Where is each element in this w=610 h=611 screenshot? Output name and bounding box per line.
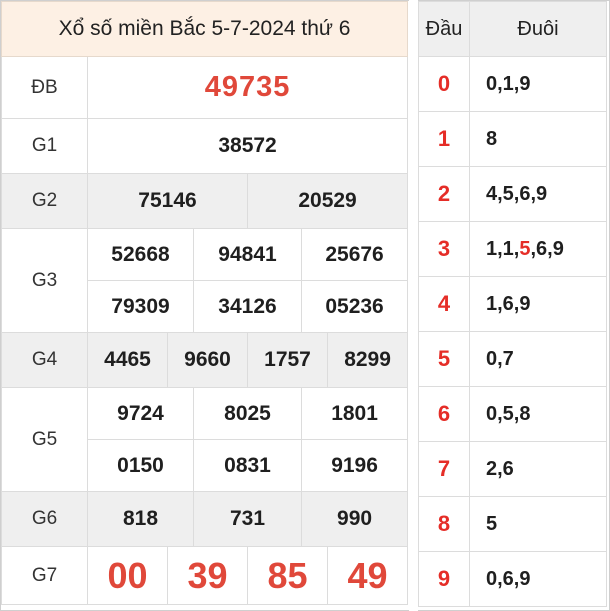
g7-number-2: 39	[167, 546, 248, 605]
prize-label-g3: G3	[1, 228, 88, 333]
g5-number-5: 0831	[193, 439, 302, 492]
head-digit: 4	[418, 276, 470, 332]
head-column-header: Đầu	[418, 1, 470, 57]
g5-number-6: 9196	[300, 439, 409, 492]
g3-number-6: 05236	[300, 280, 409, 333]
g4-number-2: 9660	[167, 332, 248, 388]
g7-number-3: 85	[247, 546, 328, 605]
head-digit: 0	[418, 56, 470, 112]
prize-label-g5: G5	[1, 387, 88, 492]
g6-number-2: 731	[193, 491, 302, 547]
head-digit: 9	[418, 551, 470, 607]
g5-number-3: 1801	[300, 387, 409, 440]
tail-digits: 1,6,9	[469, 276, 607, 332]
tail-digits-before: 1,1,	[486, 237, 520, 260]
tail-digit-highlight: 5	[519, 237, 531, 260]
tail-digits: 0,5,8	[469, 386, 607, 442]
g3-number-4: 79309	[87, 280, 194, 333]
head-digit: 3	[418, 221, 470, 277]
g5-number-4: 0150	[87, 439, 194, 492]
g3-number-2: 94841	[193, 228, 302, 281]
head-digit: 6	[418, 386, 470, 442]
tail-digits: 8	[469, 111, 607, 167]
prize-label-g1: G1	[1, 118, 88, 174]
tail-column-header: Đuôi	[469, 1, 607, 57]
loto-head-tail-table: Đầu Đuôi 0 0,1,9 1 8 2 4,5,6,9 3 1,1,5,6…	[418, 1, 607, 607]
special-prize-number: 49735	[86, 56, 409, 119]
tail-digits-after: ,6,9	[530, 237, 564, 260]
prize-label-g6: G6	[1, 491, 88, 547]
g5-number-2: 8025	[193, 387, 302, 440]
g4-number-1: 4465	[87, 332, 168, 388]
g2-number-1: 75146	[87, 173, 248, 229]
head-digit: 1	[418, 111, 470, 167]
g5-number-1: 9724	[87, 387, 194, 440]
table-gap	[409, 0, 418, 611]
prize-label-g2: G2	[1, 173, 88, 229]
tail-digits: 0,6,9	[469, 551, 607, 607]
g3-number-5: 34126	[193, 280, 302, 333]
g7-number-4: 49	[326, 546, 409, 605]
prize-label-g7: G7	[1, 546, 88, 605]
g6-number-3: 990	[300, 491, 409, 547]
prize-label-g4: G4	[1, 332, 88, 388]
g6-number-1: 818	[87, 491, 194, 547]
g4-number-4: 8299	[326, 332, 409, 388]
head-digit: 5	[418, 331, 470, 387]
g7-number-1: 00	[87, 546, 168, 605]
tail-digits: 2,6	[469, 441, 607, 497]
head-digit: 8	[418, 496, 470, 552]
head-digit: 2	[418, 166, 470, 222]
lottery-results-table: Xổ số miền Bắc 5-7-2024 thứ 6 ĐB 49735 G…	[0, 1, 409, 605]
g1-number: 38572	[86, 118, 409, 174]
head-digit: 7	[418, 441, 470, 497]
tail-digits: 0,1,9	[469, 56, 607, 112]
g2-number-2: 20529	[246, 173, 409, 229]
g4-number-3: 1757	[247, 332, 328, 388]
tail-digits: 1,1,5,6,9	[469, 221, 607, 277]
g3-number-3: 25676	[300, 228, 409, 281]
tail-digits: 0,7	[469, 331, 607, 387]
prize-label-db: ĐB	[1, 56, 88, 119]
tail-digits: 5	[469, 496, 607, 552]
tail-digits: 4,5,6,9	[469, 166, 607, 222]
g3-number-1: 52668	[87, 228, 194, 281]
results-title: Xổ số miền Bắc 5-7-2024 thứ 6	[0, 1, 409, 57]
